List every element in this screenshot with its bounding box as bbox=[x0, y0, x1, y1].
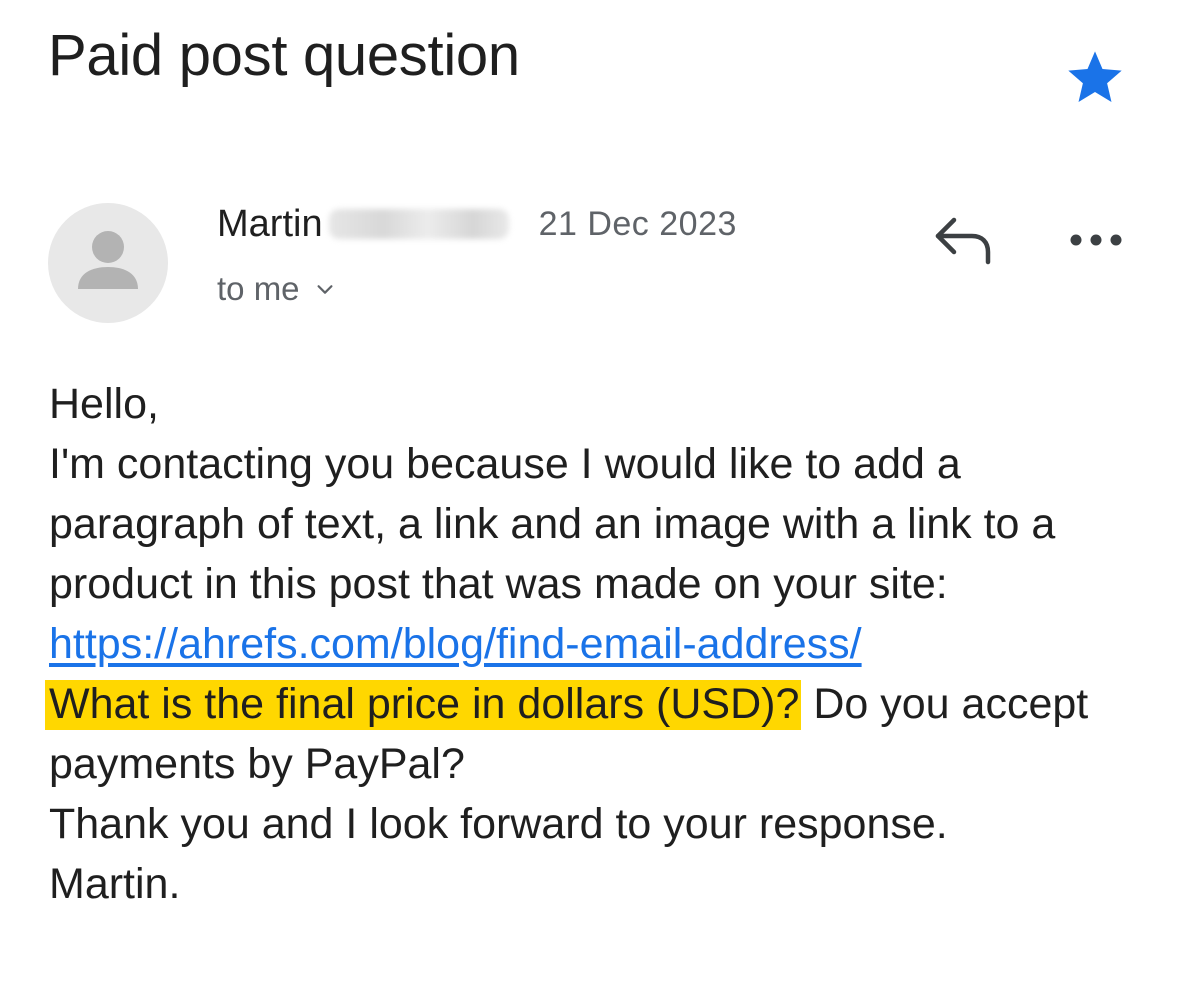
sender-name[interactable]: Martin bbox=[217, 203, 323, 246]
thanks-line: Thank you and I look forward to your res… bbox=[49, 800, 948, 848]
post-link[interactable]: https://ahrefs.com/blog/find-email-addre… bbox=[49, 620, 862, 668]
reply-icon[interactable] bbox=[930, 212, 996, 268]
intro-paragraph: I'm contacting you because I would like … bbox=[49, 440, 1056, 608]
signature: Martin. bbox=[49, 860, 181, 908]
email-body: Hello, I'm contacting you because I woul… bbox=[45, 374, 1149, 914]
greeting: Hello, bbox=[49, 380, 159, 428]
chevron-down-icon bbox=[317, 285, 333, 294]
email-date: 21 Dec 2023 bbox=[538, 204, 737, 243]
redacted-surname bbox=[328, 209, 509, 239]
email-subject: Paid post question bbox=[48, 23, 520, 88]
more-horizontal-icon[interactable] bbox=[1066, 220, 1126, 260]
recipient-toggle[interactable]: to me bbox=[217, 270, 336, 308]
sender-row: Martin 21 Dec 2023 bbox=[217, 200, 737, 248]
highlighted-question: What is the final price in dollars (USD)… bbox=[45, 680, 802, 730]
recipient-label: to me bbox=[217, 270, 300, 307]
question-paragraph: What is the final price in dollars (USD)… bbox=[45, 674, 1149, 794]
person-icon bbox=[78, 231, 138, 289]
sender-avatar[interactable] bbox=[48, 203, 168, 323]
star-icon[interactable] bbox=[1063, 46, 1127, 110]
